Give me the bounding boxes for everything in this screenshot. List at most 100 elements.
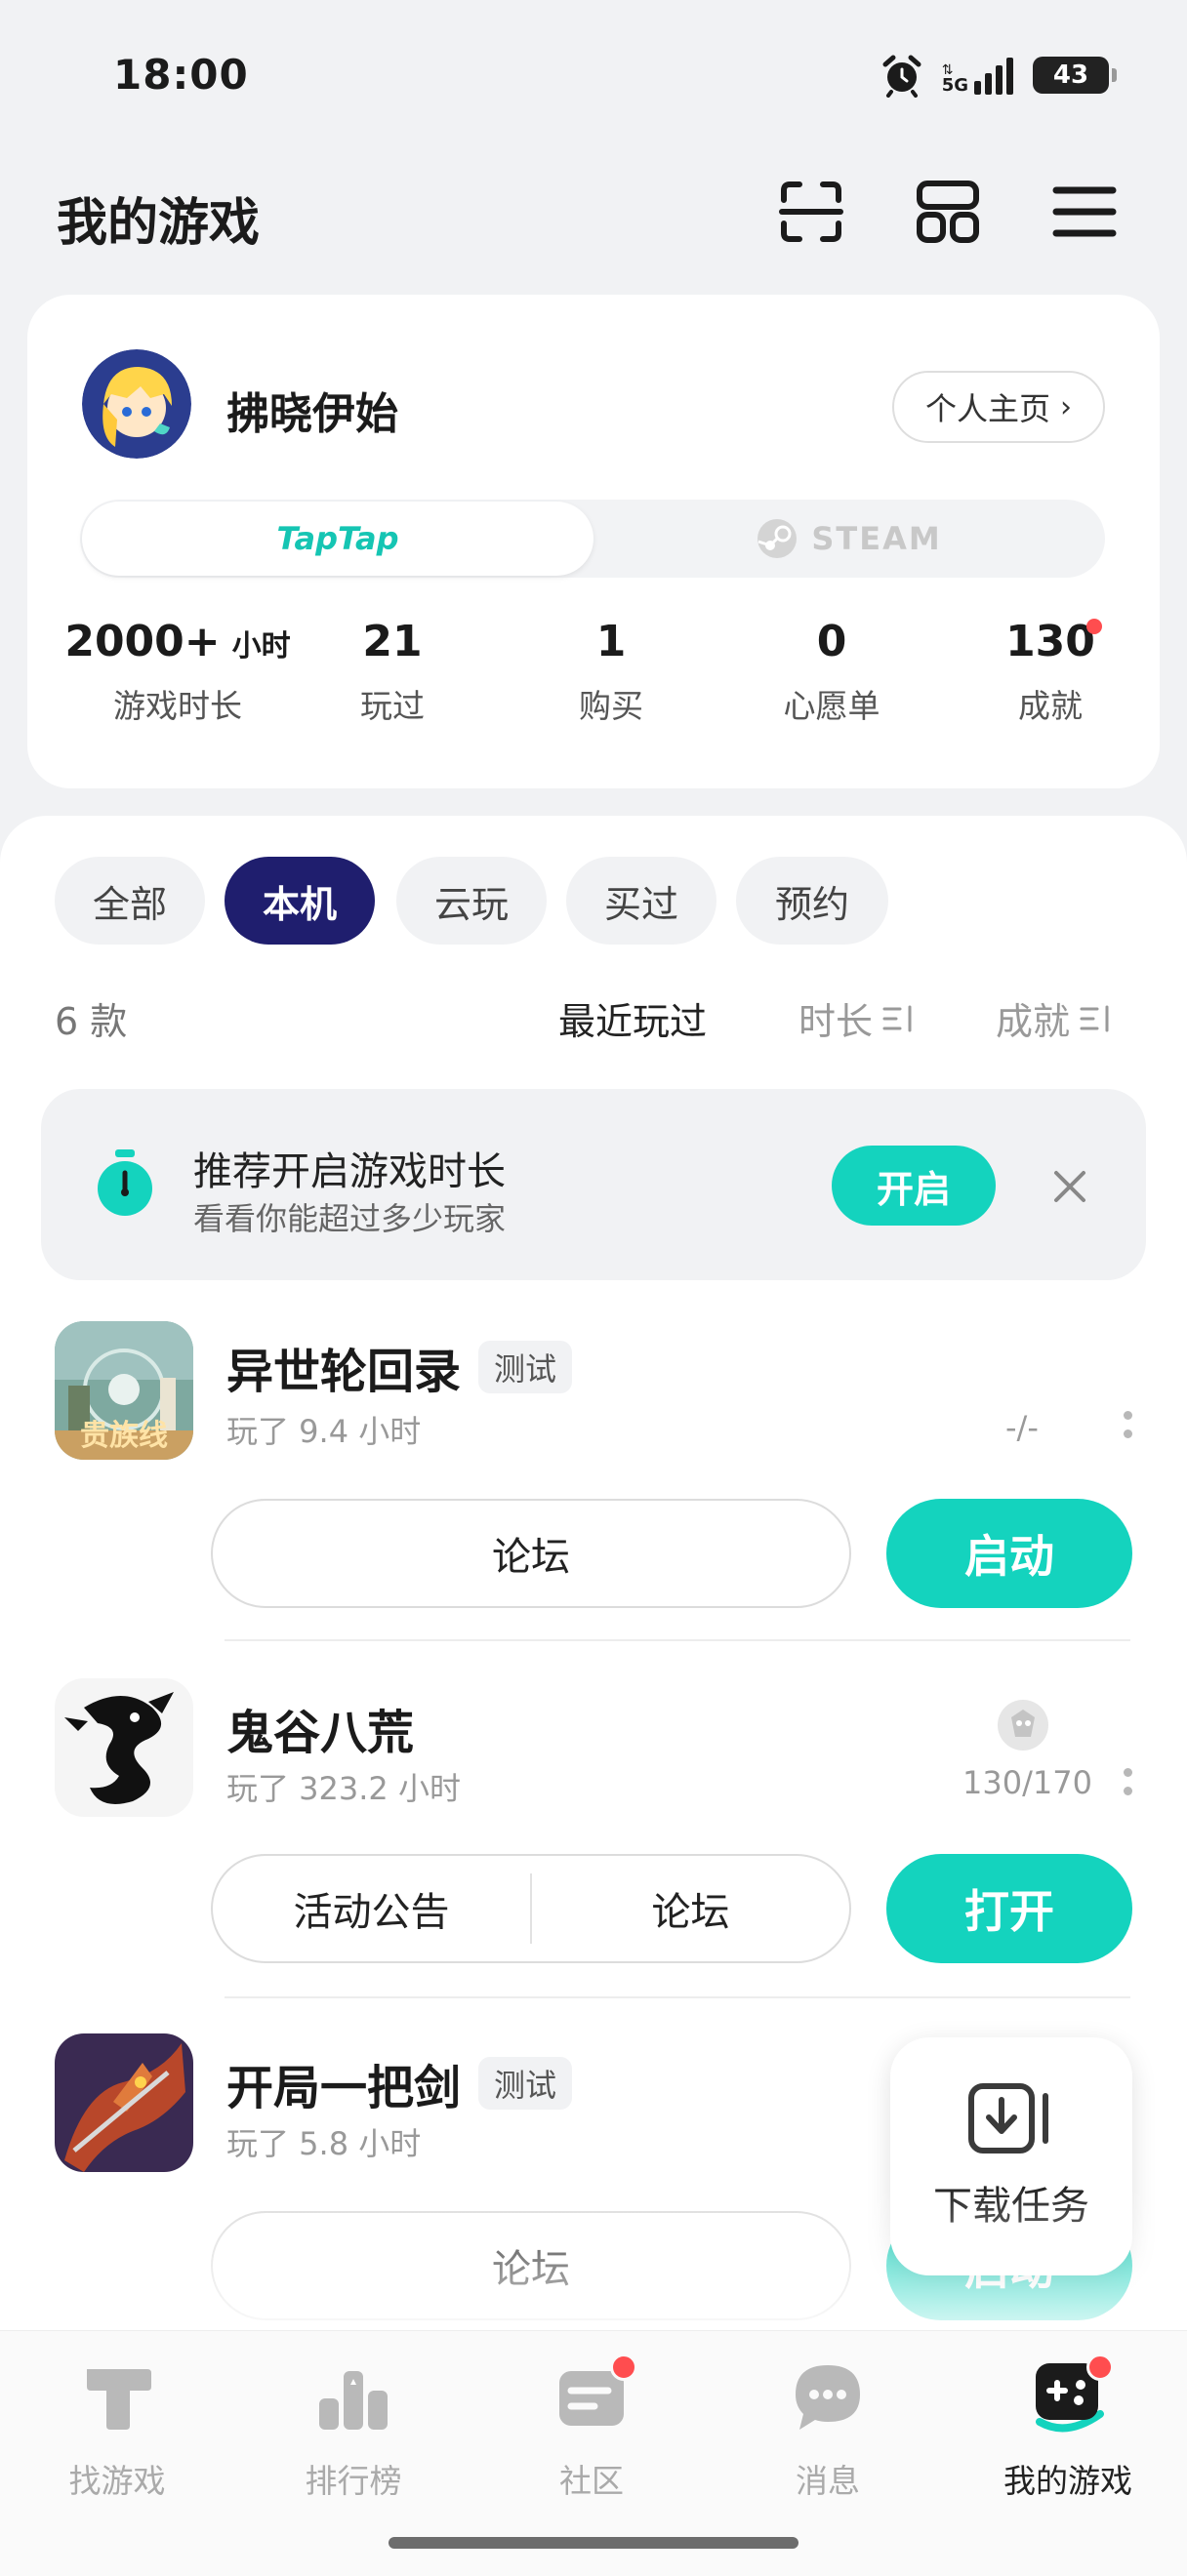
game-count: 6 款 [55,1000,128,1043]
sort-achievement-label: 成就 [996,1000,1071,1043]
page-title: 我的游戏 [57,194,261,253]
grid-view-button[interactable] [912,176,984,248]
grid-icon [917,181,979,243]
nav-label: 我的游戏 [1003,2462,1132,2500]
banner-subtitle: 看看你能超过多少玩家 [193,1200,507,1237]
nav-community[interactable]: 社区 [494,2354,689,2502]
stat-achievements[interactable]: 130 成就 [972,617,1128,727]
row-divider [225,1996,1130,1998]
game-name[interactable]: 鬼谷八荒 [226,1694,414,1762]
alarm-icon [882,55,921,98]
filter-reserved[interactable]: 预约 [736,857,888,945]
game-cover-image [55,2033,193,2172]
stat-wishlist[interactable]: 0 心愿单 [754,617,910,727]
sort-duration[interactable]: 时长 [798,991,916,1045]
nav-label: 消息 [796,2462,860,2500]
network-type: 5G [941,75,968,96]
steam-icon [757,519,798,558]
game-title-row: 开局一把剑 测试 [226,2049,573,2117]
filter-all[interactable]: 全部 [55,857,205,945]
game-name[interactable]: 开局一把剑 [226,2049,461,2117]
nav-find-games[interactable]: 找游戏 [20,2357,215,2502]
stat-played-value: 21 [362,617,423,666]
game-cover-image [55,1678,193,1817]
stat-purchased-label: 购买 [579,687,643,725]
nav-messages[interactable]: 消息 [730,2357,925,2502]
avatar[interactable] [82,349,191,459]
sort-achievement[interactable]: 成就 [996,991,1113,1045]
more-options-icon[interactable] [1123,1768,1132,1795]
sort-icon [882,1005,912,1031]
nav-label: 找游戏 [68,2462,166,2500]
message-icon [796,2365,860,2430]
sort-duration-label: 时长 [798,1000,874,1043]
game-icon[interactable] [55,1678,193,1817]
stat-purchased[interactable]: 1 购买 [533,617,689,727]
forum-button[interactable]: 论坛 [213,1501,849,1606]
menu-icon [1052,186,1117,237]
notification-badge [610,2354,637,2381]
more-options-icon[interactable] [1123,1411,1132,1438]
stat-playtime[interactable]: 2000+ 小时 游戏时长 [61,617,295,727]
notification-badge [1086,2354,1114,2381]
home-indicator [389,2537,798,2549]
stat-wishlist-value: 0 [816,617,847,666]
achievement-badge [1086,619,1102,634]
open-button[interactable]: 打开 [886,1854,1132,1963]
banner-title: 推荐开启游戏时长 [193,1149,506,1194]
community-icon-wrap [552,2354,637,2437]
username: 拂晓伊始 [226,389,398,439]
nav-label: 排行榜 [305,2462,402,2500]
my-games-icon-wrap [1028,2354,1114,2437]
personal-home-label: 个人主页 [924,390,1050,427]
battery-indicator: 43 [1033,57,1117,94]
nav-rankings[interactable]: 排行榜 [256,2357,451,2502]
filter-bought[interactable]: 买过 [566,857,716,945]
nav-my-games[interactable]: 我的游戏 [970,2354,1166,2502]
row-divider [225,1639,1130,1641]
download-icon [968,2083,1048,2153]
game-icon[interactable]: 贵族线 [55,1321,193,1460]
sort-recent[interactable]: 最近玩过 [558,991,707,1045]
close-icon[interactable] [1050,1167,1089,1206]
stat-played[interactable]: 21 玩过 [314,617,471,727]
trophy-icon [998,1700,1048,1751]
game-links: 活动公告 论坛 [211,1854,851,1963]
chevron-right-icon: › [1060,389,1072,424]
play-time: 玩了 9.4 小时 [226,1413,422,1450]
status-time: 18:00 [113,51,249,99]
ranking-icon [319,2371,388,2430]
game-name[interactable]: 异世轮回录 [226,1333,461,1401]
announcement-button[interactable]: 活动公告 [213,1856,530,1961]
play-time: 玩了 5.8 小时 [226,2125,422,2162]
beta-tag: 测试 [478,1341,573,1393]
find-games-icon [87,2369,151,2430]
stat-playtime-value: 2000+ [64,617,221,666]
stat-purchased-value: 1 [595,617,627,666]
beta-tag: 测试 [478,2057,573,2110]
scan-icon [779,181,843,242]
game-links: 论坛 [211,1499,851,1608]
filter-local[interactable]: 本机 [225,857,375,945]
game-icon[interactable] [55,2033,193,2172]
personal-home-button[interactable]: 个人主页 › [892,371,1105,443]
enable-playtime-button[interactable]: 开启 [832,1146,996,1226]
menu-button[interactable] [1048,176,1121,248]
game-cover-caption: 贵族线 [80,1419,168,1453]
filter-cloud[interactable]: 云玩 [396,857,547,945]
forum-button[interactable]: 论坛 [532,1856,849,1961]
signal-icon [974,58,1013,95]
sort-icon [1080,1005,1109,1031]
scan-button[interactable] [775,176,847,248]
launch-button[interactable]: 启动 [886,1499,1132,1608]
stopwatch-icon [98,1149,152,1216]
list-fade [0,2186,1187,2332]
avatar-image [82,349,191,459]
achievement-progress: -/- [1005,1409,1039,1446]
platform-steam[interactable]: STEAM [595,502,1103,576]
status-icons: ⇅ 5G 43 [880,53,1117,98]
steam-label: STEAM [811,520,942,557]
platform-taptap[interactable]: TapTap [82,502,594,576]
game-title-row: 异世轮回录 测试 [226,1333,573,1401]
stat-achievements-label: 成就 [1018,687,1083,725]
